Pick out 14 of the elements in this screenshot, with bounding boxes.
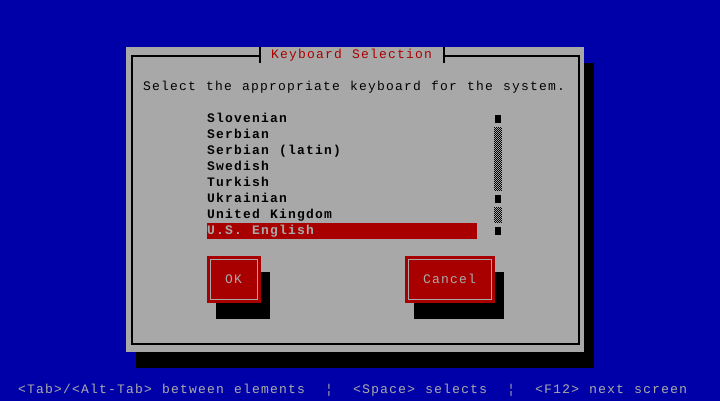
keyboard-list-item[interactable]: Slovenian <box>207 111 477 127</box>
keyboard-list-item[interactable]: Swedish <box>207 159 477 175</box>
key-hint-text: <Tab>/<Alt-Tab> between elements <box>18 382 306 396</box>
key-hint-text: <F12> next screen <box>535 382 688 396</box>
keyboard-list-item[interactable]: Ukrainian <box>207 191 477 207</box>
key-hint-text: <Space> selects <box>353 382 488 396</box>
dialog-title: Keyboard Selection <box>259 47 446 63</box>
separator-text: ¦ <box>507 382 516 396</box>
separator-text: ¦ <box>325 382 334 396</box>
keyboard-list-item[interactable]: Serbian (latin) <box>207 143 477 159</box>
keyboard-list-item[interactable]: Turkish <box>207 175 477 191</box>
keyboard-list-item[interactable]: Serbian <box>207 127 477 143</box>
keyboard-list-item[interactable]: United Kingdom <box>207 207 477 223</box>
prompt-text: Select the appropriate keyboard for the system. <box>143 79 568 95</box>
